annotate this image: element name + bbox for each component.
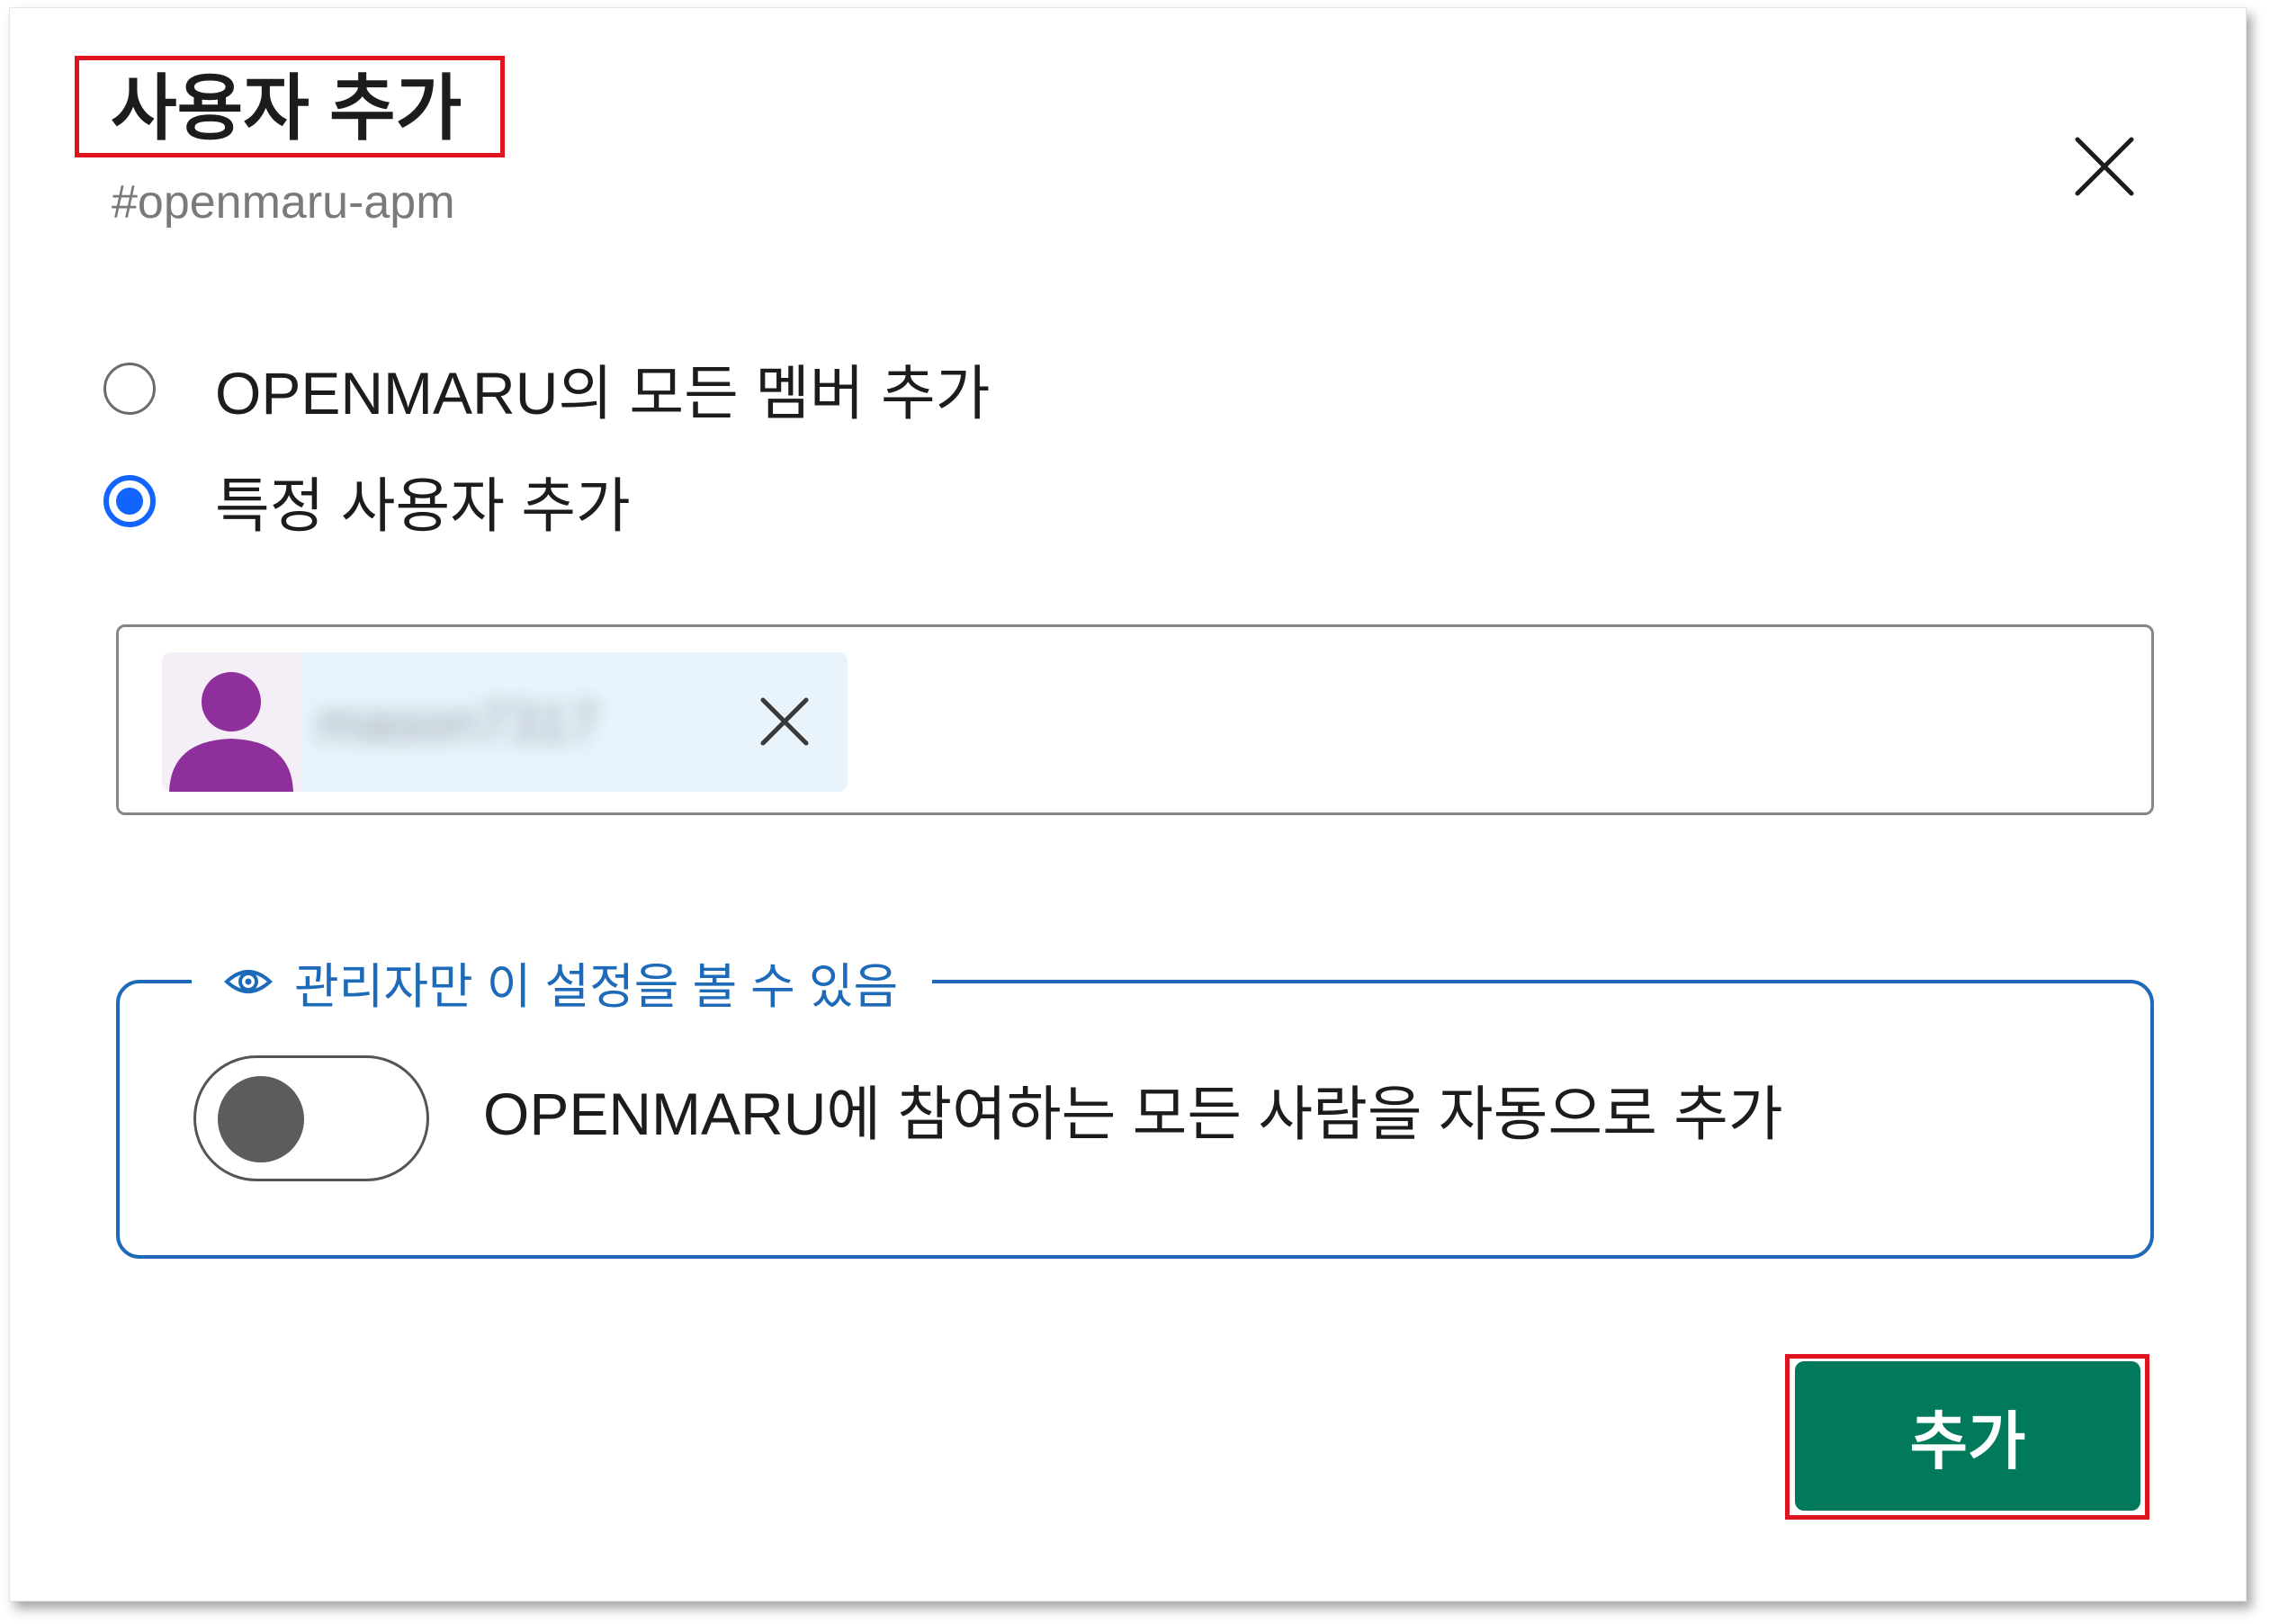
admin-legend-text: 관리자만 이 설정을 볼 수 있음 (294, 959, 899, 1014)
radio-specific-users[interactable] (103, 475, 156, 527)
eye-icon (224, 970, 273, 993)
auto-add-label: OPENMARU에 참여하는 모든 사람을 자동으로 추가 (483, 1081, 1783, 1147)
option-specific-users-label: 특정 사용자 추가 (215, 472, 631, 539)
channel-name: #openmaru-apm (112, 176, 455, 229)
user-chip: mason7317 (162, 652, 848, 792)
close-button[interactable] (2070, 132, 2139, 201)
user-search-input[interactable]: mason7317 (116, 624, 2154, 815)
dialog-title: 사용자 추가 (111, 68, 462, 148)
auto-add-toggle[interactable] (193, 1055, 429, 1181)
admin-only-section: 관리자만 이 설정을 볼 수 있음 OPENMARU에 참여하는 모든 사람을 … (116, 940, 2154, 1259)
user-chip-name: mason7317 (317, 693, 599, 753)
add-button[interactable]: 추가 (1795, 1361, 2140, 1511)
remove-user-button[interactable] (756, 693, 813, 750)
option-specific-users[interactable]: 특정 사용자 추가 (103, 465, 631, 539)
close-icon (2075, 137, 2134, 196)
admin-legend: 관리자만 이 설정을 볼 수 있음 (192, 940, 933, 1023)
avatar (162, 652, 301, 792)
user-avatar-icon (169, 672, 293, 792)
close-icon (760, 697, 809, 746)
option-all-members[interactable]: OPENMARU의 모든 멤버 추가 (103, 353, 990, 426)
toggle-knob (218, 1076, 304, 1162)
option-all-members-label: OPENMARU의 모든 멤버 추가 (215, 360, 991, 426)
radio-all-members[interactable] (103, 363, 156, 415)
page: 사용자 추가 #openmaru-apm OPENMARU의 모든 멤버 추가 … (0, 0, 2270, 1624)
